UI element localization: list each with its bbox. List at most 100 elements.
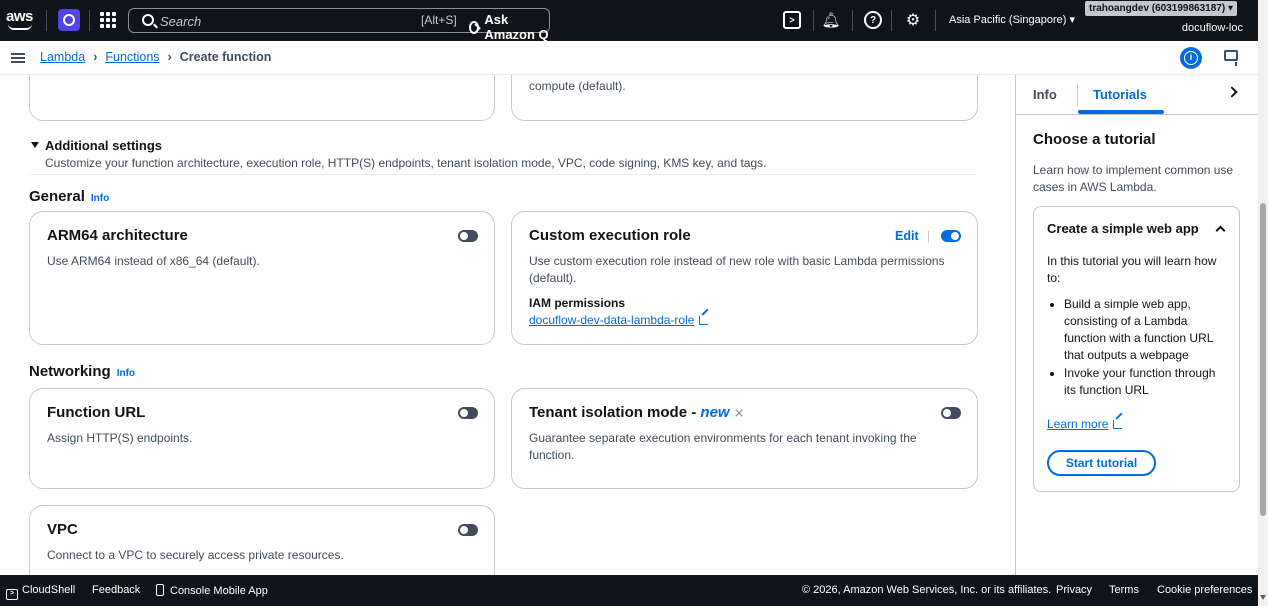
networking-info-link[interactable]: Info [117,368,135,379]
breadcrumb-bar: Lambda › Functions › Create function i [0,41,1268,75]
top-navigation: aws [Alt+S] Ask Amazon Q > 🔔︎ ? ⚙︎ Asia … [0,0,1268,42]
list-item: Invoke your function through its functio… [1064,365,1229,399]
tutorial-card: Create a simple web app In this tutorial… [1033,206,1240,492]
arm64-card: ARM64 architecture Use ARM64 instead of … [29,211,495,345]
account-badge-label: trahoangdev (603199863187) [1089,3,1226,14]
region-selector[interactable]: Asia Pacific (Singapore) ▾ [949,13,1075,26]
iam-permissions-label: IAM permissions [529,296,626,310]
tenant-isolation-toggle[interactable] [941,407,961,419]
tutorial-title[interactable]: Create a simple web app [1047,221,1199,236]
chevron-up-icon[interactable] [1215,225,1226,236]
general-heading-text: General [29,188,85,205]
external-link-icon [699,316,709,325]
list-item: Build a simple web app, consisting of a … [1064,296,1229,364]
function-url-description: Assign HTTP(S) endpoints. [47,431,193,445]
general-info-link[interactable]: Info [91,193,109,204]
vpc-toggle[interactable] [458,524,478,536]
ask-amazon-q-button[interactable]: Ask Amazon Q [469,12,549,42]
caret-down-icon[interactable] [31,142,39,148]
settings-icon[interactable]: ⚙︎ [904,11,922,29]
partial-card-left [29,75,495,121]
footer-cookie-preferences-link[interactable]: Cookie preferences [1157,584,1252,596]
arm64-toggle[interactable] [458,230,478,242]
iam-role-link[interactable]: docuflow-dev-data-lambda-role [529,313,709,327]
exec-role-edit-link[interactable]: Edit [895,229,919,243]
tenant-isolation-title: Tenant isolation mode - new ⨯ [529,404,745,421]
additional-settings-description: Customize your function architecture, ex… [45,156,767,170]
breadcrumb-functions[interactable]: Functions [105,50,159,64]
partial-card-right: compute (default). [511,75,978,121]
learn-more-link[interactable]: Learn more [1047,417,1123,431]
nav-divider [891,10,892,31]
function-url-toggle[interactable] [458,407,478,419]
tenant-isolation-description: Guarantee separate execution environment… [529,431,917,462]
footer-cloudshell-link[interactable]: > CloudShell [6,584,75,600]
region-label: Asia Pacific (Singapore) [949,14,1067,26]
footer-feedback-link[interactable]: Feedback [92,584,140,596]
breadcrumb-lambda[interactable]: Lambda [40,50,85,64]
cloudshell-icon[interactable]: > [783,11,801,29]
page-scrollbar[interactable] [1258,0,1268,606]
active-tab-indicator [1078,110,1164,114]
general-heading: General Info [29,188,109,205]
additional-settings-toggle[interactable]: Additional settings [45,138,162,153]
arm64-title: ARM64 architecture [47,227,188,244]
scroll-down-icon[interactable] [1260,595,1266,600]
networking-heading-text: Networking [29,363,111,380]
footer-privacy-link[interactable]: Privacy [1056,584,1092,596]
beaker-icon: ⨯ [733,405,745,420]
new-tag: new [700,404,730,421]
aws-logo[interactable]: aws [6,8,36,32]
networking-heading: Networking Info [29,363,135,380]
tenant-isolation-card: Tenant isolation mode - new ⨯ Guarantee s… [511,388,978,489]
partial-card-text: compute (default). [529,79,626,93]
chevron-right-icon: › [167,50,172,64]
footer-terms-link[interactable]: Terms [1109,584,1139,596]
vpc-description: Connect to a VPC to securely access priv… [47,548,344,562]
exec-role-card: Custom execution role Edit Use custom ex… [511,211,978,345]
aws-smile-icon [8,24,32,30]
footer-mobile-app-label: Console Mobile App [170,585,268,597]
ask-amazon-q-label: Ask Amazon Q [484,12,549,42]
section-divider [29,174,977,175]
amazon-q-icon [469,20,480,34]
chevron-right-icon[interactable] [1226,86,1238,98]
feedback-screen-icon[interactable] [1224,50,1238,66]
iam-role-link-text: docuflow-dev-data-lambda-role [529,313,695,327]
breadcrumb-current: Create function [179,50,272,64]
account-name: docuflow-loc [1181,22,1243,34]
mobile-phone-icon [156,584,164,596]
services-icon[interactable] [58,9,80,31]
start-tutorial-button[interactable]: Start tutorial [1047,450,1156,476]
tutorial-list: Build a simple web app, consisting of a … [1064,296,1229,400]
notifications-icon[interactable]: 🔔︎ [821,11,840,29]
exec-role-title: Custom execution role [529,227,691,244]
tab-divider [1077,85,1078,107]
function-url-title: Function URL [47,404,146,421]
external-link-icon [1113,420,1123,429]
search-icon [142,14,154,26]
tab-info[interactable]: Info [1033,87,1057,102]
search-input[interactable] [160,12,400,30]
search-bar[interactable]: [Alt+S] Ask Amazon Q [128,8,550,42]
tenant-isolation-title-text: Tenant isolation mode - [529,404,697,421]
info-panel-toggle-icon[interactable]: i [1180,47,1202,69]
menu-icon[interactable] [11,53,25,63]
nav-divider [46,10,47,31]
exec-role-toggle[interactable] [941,230,961,242]
tutorial-intro: In this tutorial you will learn how to: [1047,254,1217,285]
tools-panel: Info Tutorials Choose a tutorial Learn h… [1015,75,1258,575]
scrollbar-thumb[interactable] [1260,203,1266,516]
tab-tutorials[interactable]: Tutorials [1093,87,1147,102]
account-menu[interactable]: trahoangdev (603199863187) ▾ [1085,1,1237,16]
footer-copyright: © 2026, Amazon Web Services, Inc. or its… [802,584,1052,596]
apps-grid-icon[interactable] [100,12,116,28]
nav-divider [935,10,936,31]
aws-logo-text: aws [6,8,33,25]
help-icon[interactable]: ? [864,11,882,29]
footer-mobile-app-link[interactable]: Console Mobile App [156,584,268,597]
nav-divider [852,10,853,31]
nav-divider [89,10,90,31]
main-content: compute (default). Additional settings C… [0,75,1015,575]
pipe-divider [928,231,929,243]
